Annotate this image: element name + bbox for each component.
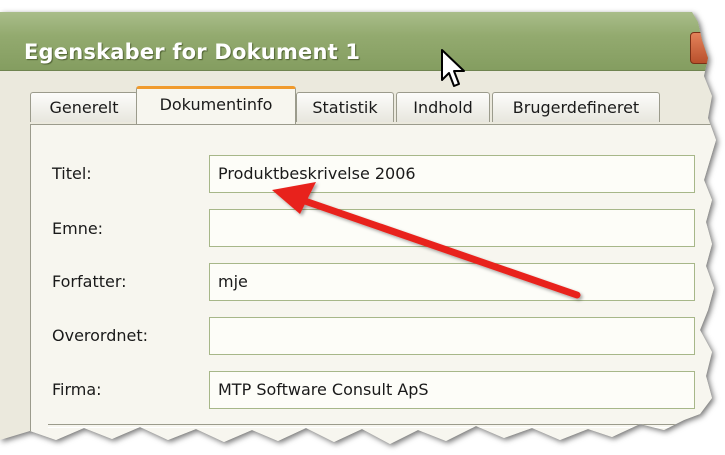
dialog-window: Egenskaber for Dokument 1 Generelt Dokum… <box>0 12 716 444</box>
window-title: Egenskaber for Dokument 1 <box>24 40 361 64</box>
overordnet-label: Overordnet: <box>52 326 149 345</box>
title-bar[interactable]: Egenskaber for Dokument 1 <box>0 12 716 71</box>
screenshot: Egenskaber for Dokument 1 Generelt Dokum… <box>0 0 725 455</box>
forfatter-field[interactable]: mje <box>209 263 695 301</box>
tab-brugerdefineret[interactable]: Brugerdefineret <box>492 92 660 122</box>
tab-dokumentinfo[interactable]: Dokumentinfo <box>136 86 296 124</box>
tab-indhold[interactable]: Indhold <box>396 92 490 122</box>
titel-field[interactable]: Produktbeskrivelse 2006 <box>209 155 695 193</box>
forfatter-label: Forfatter: <box>52 272 127 291</box>
separator <box>48 424 698 428</box>
firma-field[interactable]: MTP Software Consult ApS <box>209 371 695 409</box>
overordnet-field[interactable] <box>209 317 695 355</box>
close-button[interactable] <box>690 32 716 64</box>
firma-label: Firma: <box>52 380 102 399</box>
tab-statistik[interactable]: Statistik <box>296 92 394 122</box>
emne-label: Emne: <box>52 219 104 238</box>
mouse-pointer-icon <box>441 49 465 87</box>
titel-label: Titel: <box>52 164 92 183</box>
emne-field[interactable] <box>209 209 695 247</box>
tab-generelt[interactable]: Generelt <box>30 92 138 122</box>
